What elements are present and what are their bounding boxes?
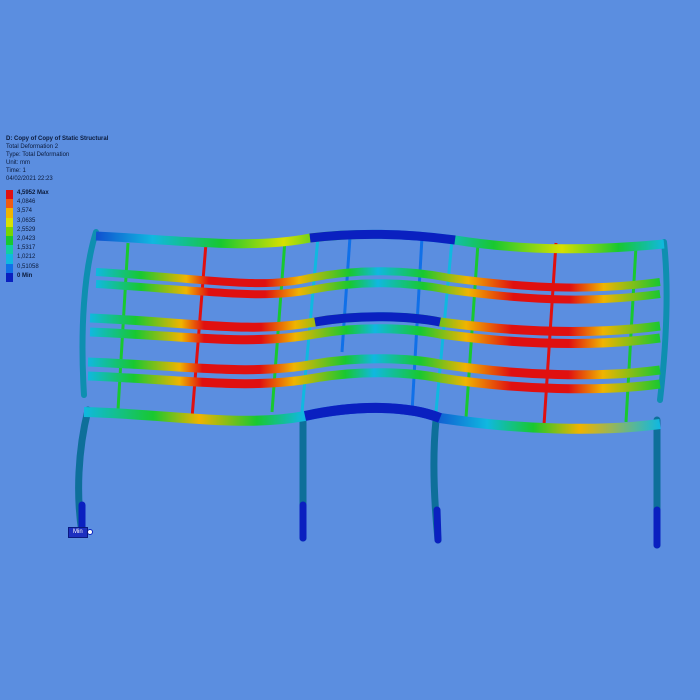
rail-row-3 (87, 354, 661, 394)
strut (410, 236, 424, 413)
min-probe-marker (87, 529, 93, 535)
post-right-back (657, 239, 670, 403)
strut (624, 245, 638, 423)
rail-row-2 (89, 312, 661, 349)
strut (190, 242, 208, 419)
deformation-model[interactable] (0, 0, 700, 700)
graphics-viewport[interactable]: D: Copy of Copy of Static Structural Tot… (0, 0, 700, 700)
post-left-back (79, 229, 99, 398)
min-probe-label[interactable]: Min (68, 527, 88, 538)
strut (116, 242, 130, 411)
rail-row-1 (95, 267, 661, 304)
